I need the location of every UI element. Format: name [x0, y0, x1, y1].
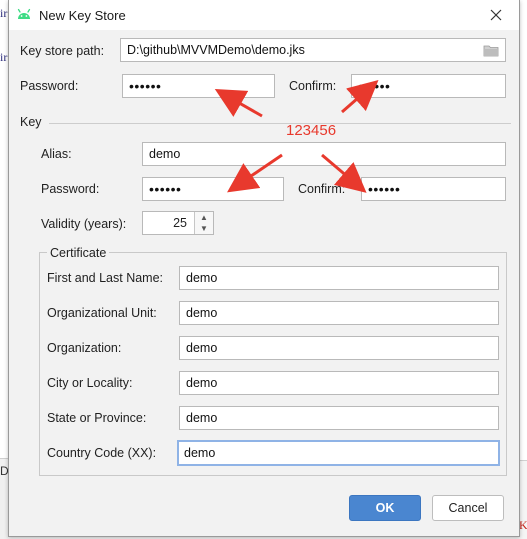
arrow-to-password-icon	[214, 89, 263, 118]
annotation-password-note: 123456	[286, 122, 337, 139]
arrow-to-confirm-icon	[341, 80, 379, 114]
annotation-arrows	[214, 80, 379, 193]
arrow-to-key-confirm-icon	[321, 153, 367, 193]
arrow-to-key-password-icon	[227, 153, 283, 193]
